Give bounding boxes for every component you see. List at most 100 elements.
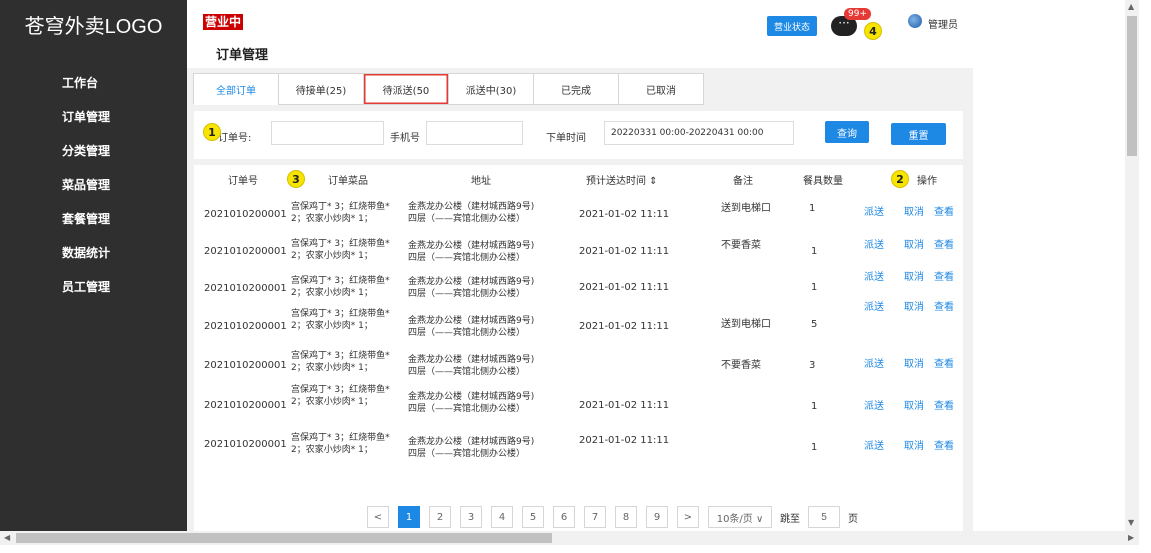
sidebar: 苍穹外卖LOGO 工作台 订单管理 分类管理 菜品管理 套餐管理 数据统计 员工… (0, 0, 187, 531)
scroll-up-icon[interactable]: ▲ (1128, 2, 1134, 11)
tab-all-orders[interactable]: 全部订单 (193, 73, 279, 105)
dispatch-link[interactable]: 派送 (864, 397, 884, 412)
page-button[interactable]: 4 (491, 506, 513, 528)
view-link[interactable]: 查看 (934, 355, 954, 370)
order-number-label: 订单号: (218, 133, 252, 144)
reset-button[interactable]: 重置 (891, 123, 946, 145)
estimated-time: 2021-01-02 11:11 (579, 209, 670, 220)
header-actions: 操作 (917, 176, 937, 187)
tab-delivering[interactable]: 派送中(30) (448, 73, 534, 105)
address-line2: 四层（——宾馆北侧办公楼） (408, 367, 526, 377)
order-time-range-input[interactable] (604, 121, 794, 145)
estimated-time: 2021-01-02 11:11 (579, 321, 670, 332)
goto-page-input[interactable] (808, 506, 840, 528)
filter-bar: 订单号: 手机号 下单时间 查询 重置 (194, 111, 963, 159)
business-status-button[interactable]: 营业状态 (767, 16, 817, 36)
business-status-tag: 营业中 (203, 14, 244, 30)
cancel-link[interactable]: 取消 (904, 355, 924, 370)
page-button[interactable]: 1 (398, 506, 420, 528)
dispatch-link[interactable]: 派送 (864, 203, 884, 218)
annotation-marker-1: 1 (203, 123, 221, 141)
scroll-right-icon[interactable]: ▶ (1128, 533, 1134, 542)
sidebar-item-employees[interactable]: 员工管理 (62, 276, 110, 310)
sidebar-item-dishes[interactable]: 菜品管理 (62, 174, 110, 208)
user-name[interactable]: 管理员 (928, 16, 958, 31)
cancel-link[interactable]: 取消 (904, 203, 924, 218)
view-link[interactable]: 查看 (934, 437, 954, 452)
sidebar-item-statistics[interactable]: 数据统计 (62, 242, 110, 276)
cancel-link[interactable]: 取消 (904, 437, 924, 452)
orders-table: 订单号 订单菜品 地址 预计送达时间 ⇕ 备注 餐具数量 操作 20210102… (194, 165, 963, 531)
dispatch-link[interactable]: 派送 (864, 355, 884, 370)
table-row: 2021010200001 宫保鸡丁* 3；红烧带鱼* 2；农家小炒肉* 1； … (194, 302, 963, 347)
address-line2: 四层（——宾馆北侧办公楼） (408, 289, 526, 299)
page-size-select[interactable]: 10条/页 ∨ (708, 506, 772, 528)
next-page-button[interactable]: > (677, 506, 699, 528)
order-dishes-line1: 宫保鸡丁* 3；红烧带鱼* (291, 351, 390, 361)
cancel-link[interactable]: 取消 (904, 268, 924, 283)
search-button[interactable]: 查询 (825, 121, 869, 143)
table-row: 2021010200001 宫保鸡丁* 3；红烧带鱼* 2；农家小炒肉* 1； … (194, 429, 963, 469)
page-title: 订单管理 (216, 48, 269, 63)
view-link[interactable]: 查看 (934, 397, 954, 412)
header-address: 地址 (471, 176, 491, 187)
address-line1: 金燕龙办公楼（建材城西路9号) (408, 277, 535, 287)
dispatch-link[interactable]: 派送 (864, 437, 884, 452)
order-dishes-line1: 宫保鸡丁* 3；红烧带鱼* (291, 276, 390, 286)
table-row: 2021010200001 宫保鸡丁* 3；红烧带鱼* 2；农家小炒肉* 1； … (194, 271, 963, 311)
page-button[interactable]: 2 (429, 506, 451, 528)
tab-pending-delivery[interactable]: 待派送(50 (363, 73, 449, 105)
page-button[interactable]: 8 (615, 506, 637, 528)
vertical-scrollbar[interactable]: ▲ ▼ (1125, 0, 1139, 531)
scroll-left-icon[interactable]: ◀ (4, 533, 10, 542)
address-line1: 金燕龙办公楼（建材城西路9号) (408, 202, 535, 212)
tableware-count: 1 (811, 442, 818, 453)
order-dishes-line2: 2；农家小炒肉* 1； (291, 214, 373, 224)
order-dishes-line2: 2；农家小炒肉* 1； (291, 288, 373, 298)
page-button[interactable]: 7 (584, 506, 606, 528)
order-dishes-line1: 宫保鸡丁* 3；红烧带鱼* (291, 309, 390, 319)
order-number: 2021010200001 (204, 209, 287, 220)
page-button[interactable]: 9 (646, 506, 668, 528)
order-number: 2021010200001 (204, 360, 287, 371)
phone-input[interactable] (426, 121, 523, 145)
cancel-link[interactable]: 取消 (904, 236, 924, 251)
sidebar-item-workbench[interactable]: 工作台 (62, 72, 110, 106)
remark: 不要香菜 (721, 240, 761, 251)
header-order-number: 订单号 (228, 176, 258, 187)
tab-cancelled[interactable]: 已取消 (618, 73, 704, 105)
address-line1: 金燕龙办公楼（建材城西路9号) (408, 355, 535, 365)
dispatch-link[interactable]: 派送 (864, 268, 884, 283)
view-link[interactable]: 查看 (934, 203, 954, 218)
sidebar-item-setmeals[interactable]: 套餐管理 (62, 208, 110, 242)
page-button[interactable]: 5 (522, 506, 544, 528)
avatar[interactable] (908, 14, 922, 28)
header-estimated-time[interactable]: 预计送达时间 ⇕ (586, 172, 658, 187)
remark: 送到电梯口 (721, 203, 771, 214)
app-logo: 苍穹外卖LOGO (24, 15, 163, 38)
tableware-count: 1 (811, 246, 818, 257)
prev-page-button[interactable]: < (367, 506, 389, 528)
address-line1: 金燕龙办公楼（建材城西路9号) (408, 316, 535, 326)
horizontal-scrollbar[interactable]: ◀ ▶ (0, 531, 1139, 545)
view-link[interactable]: 查看 (934, 236, 954, 251)
cancel-link[interactable]: 取消 (904, 397, 924, 412)
page-button[interactable]: 3 (460, 506, 482, 528)
view-link[interactable]: 查看 (934, 298, 954, 313)
dispatch-link[interactable]: 派送 (864, 236, 884, 251)
address-line2: 四层（——宾馆北侧办公楼） (408, 214, 526, 224)
order-dishes-line1: 宫保鸡丁* 3；红烧带鱼* (291, 202, 390, 212)
view-link[interactable]: 查看 (934, 268, 954, 283)
order-number-input[interactable] (271, 121, 384, 145)
top-bar: 营业中 订单管理 营业状态 ··· 99+ 管理员 (187, 0, 973, 68)
horizontal-scroll-thumb[interactable] (16, 533, 552, 543)
sidebar-item-orders[interactable]: 订单管理 (62, 106, 110, 140)
page-button[interactable]: 6 (553, 506, 575, 528)
tab-pending-accept[interactable]: 待接单(25) (278, 73, 364, 105)
vertical-scroll-thumb[interactable] (1127, 16, 1137, 156)
tab-completed[interactable]: 已完成 (533, 73, 619, 105)
sidebar-item-categories[interactable]: 分类管理 (62, 140, 110, 174)
cancel-link[interactable]: 取消 (904, 298, 924, 313)
dispatch-link[interactable]: 派送 (864, 298, 884, 313)
scroll-down-icon[interactable]: ▼ (1128, 518, 1134, 527)
